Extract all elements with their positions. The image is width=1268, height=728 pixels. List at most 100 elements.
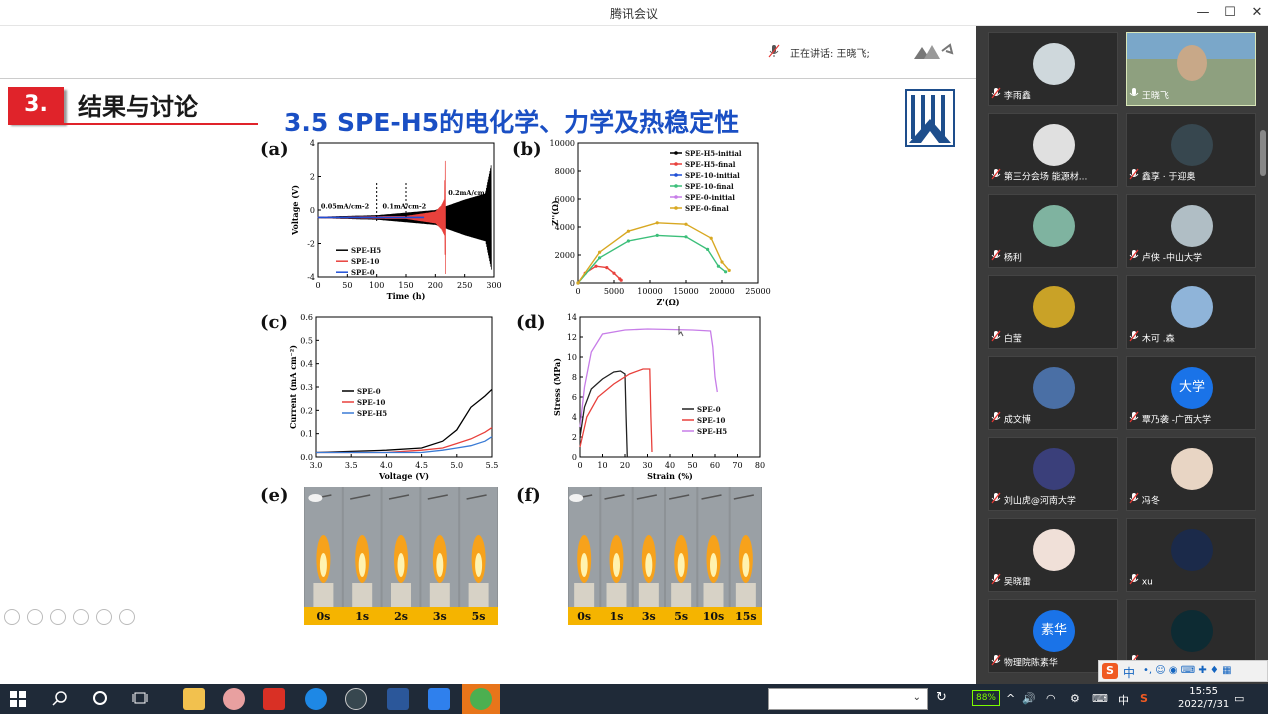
notification-center-icon[interactable]: ▭ [1234,692,1244,705]
word-icon[interactable] [387,688,409,710]
participant-tile[interactable]: 杨利 [988,194,1118,268]
annotation-current-3: 0.2mA/cm-2 [448,189,492,197]
series-spe-0-final-point [727,268,731,272]
chevron-down-icon[interactable]: ⌄ [913,692,921,703]
participant-tile[interactable]: 冯冬 [1126,437,1256,511]
settings-icon[interactable]: ⚙ [1070,692,1080,705]
time-label: 2s [394,610,408,623]
participant-tile[interactable]: 卢侠 -中山大学 [1126,194,1256,268]
search-icon[interactable] [52,690,68,709]
app-icon-red[interactable] [263,688,285,710]
x-tick-label: 30 [642,461,652,470]
battery-indicator[interactable]: 88% [972,690,1000,706]
ime-lang-label[interactable]: 中 [1123,664,1135,681]
flame-inner [613,553,620,577]
language-en-icon[interactable] [345,688,367,710]
flame-inner [397,553,405,577]
participant-scrollbar[interactable] [1260,130,1266,176]
maximize-button[interactable]: ☐ [1219,3,1241,23]
participant-name: xu [1139,577,1153,588]
participant-name: 杨利 [1001,253,1022,264]
taskbar-search-input[interactable]: ⌄ [768,688,928,710]
prev-slide-button[interactable] [4,609,20,625]
participant-tile[interactable]: 刘山虎@河南大学 [988,437,1118,511]
participant-name: 第三分会场 能源材... [1001,172,1088,183]
participant-tile[interactable]: 第三分会场 能源材... [988,113,1118,187]
participant-name: 物理院陈素华 [1001,658,1058,669]
taskbar-clock[interactable]: 15:55 2022/7/31 [1178,685,1229,711]
cortana-icon[interactable] [92,690,108,709]
series-spe-0-final-point [709,236,713,240]
plot-frame [579,316,761,458]
series-spe-0-final-point [684,222,688,226]
x-tick-label: 5.0 [450,461,463,470]
series-spe-h5-final-point [605,266,609,270]
candle-body [391,583,411,607]
y-tick-label: 4 [572,413,577,422]
task-view-icon[interactable] [132,690,148,709]
ime-toolbar[interactable]: S 中 •, ☺ ◉ ⌨ ✚ ♦ ▦ [1098,660,1268,682]
avatar [1171,448,1213,490]
avatar [1171,610,1213,652]
participant-name-row: 李雨鑫 [991,87,1031,102]
avatar-text: 素华 [1040,623,1067,638]
flame-test-photo-f: 0s 1s 3s 5s 10s 15s [568,487,762,625]
tray-chevron-icon[interactable]: ^ [1006,692,1015,705]
wifi-icon[interactable]: ◠ [1046,692,1056,705]
file-explorer-icon[interactable] [183,688,205,710]
time-label: 1s [610,610,624,623]
ime-language-indicator[interactable]: 中 [1118,692,1129,708]
zoom-button[interactable] [96,609,112,625]
y-tick-label: 10 [567,353,577,362]
participant-tile[interactable]: 鑫享 · 于迎奥 [1126,113,1256,187]
time-label-band [568,607,762,625]
x-tick-label: 150 [398,281,413,290]
legend-label: SPE-0 [357,387,381,396]
minimize-button[interactable]: — [1192,3,1214,23]
next-slide-button[interactable] [27,609,43,625]
close-button[interactable]: ✕ [1246,3,1268,23]
participant-tile[interactable]: 李雨鑫 [988,32,1118,106]
candle-body [671,583,692,607]
participant-tile[interactable]: 王晓飞 [1126,32,1256,106]
x-tick-label: 25000 [745,287,770,296]
time-label: 5s [674,610,688,623]
y-tick-label: 0.0 [300,453,313,462]
series-spe-10 [579,368,653,453]
x-tick-label: 3.5 [345,461,358,470]
participant-tile[interactable]: 大学 覃乃袭 -广西大学 [1126,356,1256,430]
slides-overview-button[interactable] [73,609,89,625]
legend-label: SPE-10-final [685,182,734,191]
x-tick-label: 5.5 [486,461,499,470]
x-tick-label: 70 [732,461,742,470]
participant-tile[interactable]: 吴晓雷 [988,518,1118,592]
refresh-icon[interactable]: ↻ [936,690,947,705]
legend-marker [674,162,678,166]
participant-tile[interactable]: 白莹 [988,275,1118,349]
sogou-tray-icon[interactable]: S [1140,692,1148,705]
x-tick-label: 100 [369,281,384,290]
volume-icon[interactable]: 🔊 [1022,692,1036,705]
x-tick-label: 0 [315,281,320,290]
legend-label: SPE-H5 [357,409,387,418]
participant-name-row: 成文博 [991,411,1031,426]
wechat-taskbar-button[interactable] [462,684,500,714]
x-tick-label: 5000 [604,287,624,296]
series-spe-0-final-point [720,260,724,264]
mic-muted-icon [1129,573,1139,591]
mic-muted-icon [991,168,1001,186]
participant-tile[interactable]: 成文博 [988,356,1118,430]
app-icon-pink[interactable] [223,688,245,710]
x-tick-label: 50 [342,281,352,290]
speaker-bar: 正在讲话: 王晓飞; [0,26,976,78]
tencent-meeting-icon[interactable] [428,688,450,710]
participant-tile[interactable]: xu [1126,518,1256,592]
participant-tile[interactable]: 木可 .森 [1126,275,1256,349]
keyboard-icon[interactable]: ⌨ [1092,692,1108,705]
legend-label: SPE-10 [697,416,726,425]
start-button-icon[interactable] [10,691,26,710]
edge-browser-icon[interactable] [305,688,327,710]
more-options-button[interactable] [119,609,135,625]
ime-tools-icons[interactable]: •, ☺ ◉ ⌨ ✚ ♦ ▦ [1143,665,1232,676]
pen-tool-button[interactable] [50,609,66,625]
